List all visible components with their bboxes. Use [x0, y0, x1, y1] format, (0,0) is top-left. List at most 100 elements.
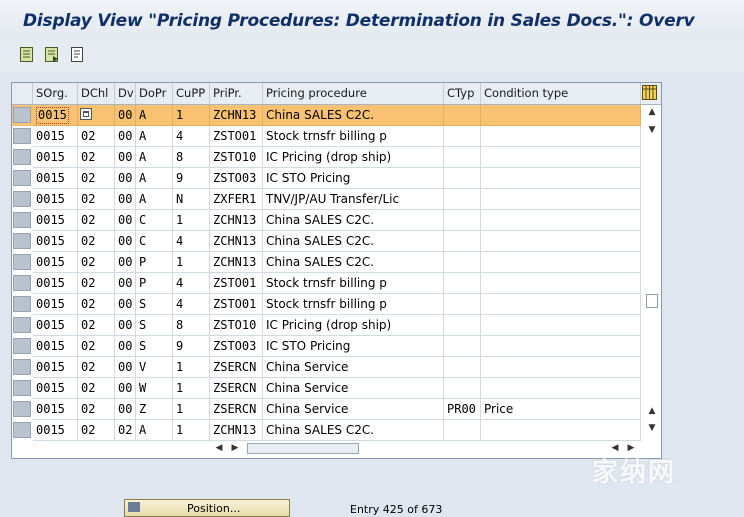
cell-ctyp[interactable]	[444, 231, 481, 252]
row-selector-button[interactable]	[13, 380, 31, 396]
cell-sorg[interactable]: 0015	[33, 420, 78, 441]
cell-condition-type[interactable]	[481, 273, 641, 294]
cell-dopr[interactable]: S	[136, 336, 173, 357]
cell-pricing-procedure[interactable]: Stock trnsfr billing p	[263, 126, 444, 147]
cell-cupp[interactable]: 1	[173, 378, 210, 399]
cell-cupp[interactable]: 8	[173, 147, 210, 168]
cell-condition-type[interactable]	[481, 357, 641, 378]
table-row[interactable]: 0015 0200 A 1 ZCHN13 China SALES C2C.	[12, 105, 641, 126]
cell-dchl[interactable]: 02	[78, 357, 115, 378]
cell-sorg[interactable]: 0015	[33, 105, 78, 126]
cell-ctyp[interactable]	[444, 126, 481, 147]
row-selector-button[interactable]	[13, 170, 31, 186]
cell-condition-type[interactable]	[481, 336, 641, 357]
cell-ctyp[interactable]	[444, 420, 481, 441]
cell-sorg[interactable]: 0015	[33, 231, 78, 252]
cell-ctyp[interactable]	[444, 378, 481, 399]
cell-dv[interactable]: 02	[115, 420, 136, 441]
cell-dv[interactable]: 00	[115, 210, 136, 231]
table-row[interactable]: 0015 02 02 A 1 ZCHN13 China SALES C2C.	[12, 420, 641, 441]
cell-sorg[interactable]: 0015	[33, 336, 78, 357]
cell-pripr[interactable]: ZXFER1	[210, 189, 263, 210]
cell-ctyp[interactable]	[444, 294, 481, 315]
cell-pripr[interactable]: ZSTO03	[210, 168, 263, 189]
cell-cupp[interactable]: N	[173, 189, 210, 210]
cell-sorg[interactable]: 0015	[33, 294, 78, 315]
vertical-scrollbar[interactable]: ▲ ▼ ▲ ▼	[644, 104, 661, 437]
cell-condition-type[interactable]	[481, 126, 641, 147]
table-row[interactable]: 0015 02 00 S 4 ZSTO01 Stock trnsfr billing p	[12, 294, 641, 315]
cell-sorg[interactable]: 0015	[33, 126, 78, 147]
cell-sorg[interactable]: 0015	[33, 357, 78, 378]
cell-condition-type[interactable]	[481, 420, 641, 441]
cell-pricing-procedure[interactable]: IC STO Pricing	[263, 336, 444, 357]
horizontal-scrollbar[interactable]: ◀ ▶ ◀ ▶	[212, 441, 642, 455]
cell-dopr[interactable]: S	[136, 294, 173, 315]
cell-condition-type[interactable]: Price	[481, 399, 641, 420]
cell-pripr[interactable]: ZSTO03	[210, 336, 263, 357]
row-selector-button[interactable]	[13, 296, 31, 312]
cell-dopr[interactable]: A	[136, 105, 173, 126]
print-icon[interactable]	[69, 46, 86, 63]
cell-pripr[interactable]: ZCHN13	[210, 105, 263, 126]
cell-dchl[interactable]: 02	[78, 399, 115, 420]
column-settings-icon[interactable]	[641, 84, 659, 102]
vertical-scroll-thumb[interactable]	[646, 294, 658, 308]
cell-pripr[interactable]: ZSERCN	[210, 357, 263, 378]
cell-pricing-procedure[interactable]: China SALES C2C.	[263, 231, 444, 252]
cell-dchl[interactable]: 02	[78, 147, 115, 168]
cell-dchl[interactable]: 02	[78, 189, 115, 210]
cell-ctyp[interactable]	[444, 315, 481, 336]
cell-ctyp[interactable]	[444, 189, 481, 210]
cell-pripr[interactable]: ZSTO10	[210, 147, 263, 168]
cell-pricing-procedure[interactable]: China SALES C2C.	[263, 210, 444, 231]
cell-dopr[interactable]: V	[136, 357, 173, 378]
cell-dchl[interactable]: 02	[78, 336, 115, 357]
cell-dv[interactable]: 00	[115, 105, 136, 126]
cell-pricing-procedure[interactable]: Stock trnsfr billing p	[263, 294, 444, 315]
table-row[interactable]: 0015 02 00 A 4 ZSTO01 Stock trnsfr billing p	[12, 126, 641, 147]
horizontal-scroll-thumb[interactable]	[247, 443, 359, 454]
cell-dchl[interactable]: 02	[78, 231, 115, 252]
cell-dv[interactable]: 00	[115, 399, 136, 420]
cell-pripr[interactable]: ZCHN13	[210, 210, 263, 231]
cell-cupp[interactable]: 8	[173, 315, 210, 336]
scroll-up-top-icon[interactable]: ▲	[645, 106, 659, 118]
cell-sorg[interactable]: 0015	[33, 315, 78, 336]
cell-pricing-procedure[interactable]: IC Pricing (drop ship)	[263, 315, 444, 336]
cell-dopr[interactable]: A	[136, 126, 173, 147]
table-row[interactable]: 0015 02 00 P 1 ZCHN13 China SALES C2C.	[12, 252, 641, 273]
cell-pricing-procedure[interactable]: Stock trnsfr billing p	[263, 273, 444, 294]
scroll-up-bottom-icon[interactable]: ▲	[645, 405, 659, 417]
cell-ctyp[interactable]: PR00	[444, 399, 481, 420]
cell-dv[interactable]: 00	[115, 252, 136, 273]
table-row[interactable]: 0015 02 00 A 8 ZSTO10 IC Pricing (drop ship)	[12, 147, 641, 168]
cell-dopr[interactable]: S	[136, 315, 173, 336]
value-help-icon[interactable]	[80, 108, 92, 120]
cell-dv[interactable]: 00	[115, 294, 136, 315]
cell-dv[interactable]: 00	[115, 273, 136, 294]
cell-cupp[interactable]: 1	[173, 105, 210, 126]
row-selector-button[interactable]	[13, 128, 31, 144]
cell-dv[interactable]: 00	[115, 357, 136, 378]
cell-dchl[interactable]: 02	[78, 420, 115, 441]
cell-condition-type[interactable]	[481, 147, 641, 168]
row-selector-button[interactable]	[13, 212, 31, 228]
column-header-dopr[interactable]: DoPr	[136, 83, 173, 104]
display-details-icon[interactable]	[19, 46, 36, 63]
cell-dopr[interactable]: A	[136, 189, 173, 210]
cell-ctyp[interactable]	[444, 273, 481, 294]
cell-cupp[interactable]: 1	[173, 399, 210, 420]
cell-dchl[interactable]: 02	[78, 126, 115, 147]
cell-dv[interactable]: 00	[115, 378, 136, 399]
cell-sorg[interactable]: 0015	[33, 378, 78, 399]
cell-pripr[interactable]: ZCHN13	[210, 420, 263, 441]
cell-dv[interactable]: 00	[115, 168, 136, 189]
cell-sorg[interactable]: 0015	[33, 252, 78, 273]
cell-dchl[interactable]: 02	[78, 168, 115, 189]
cell-dv[interactable]: 00	[115, 147, 136, 168]
row-selector-button[interactable]	[13, 107, 31, 123]
next-entry-icon[interactable]	[44, 46, 61, 63]
column-header-ctyp[interactable]: CTyp	[444, 83, 481, 104]
column-header-condition-type[interactable]: Condition type	[481, 83, 641, 104]
